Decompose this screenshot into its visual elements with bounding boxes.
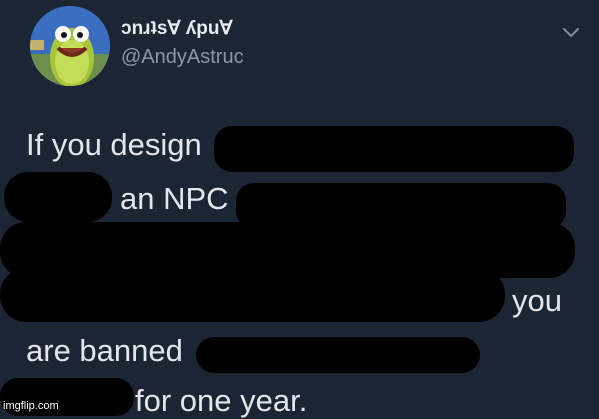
- tweet-text-line-1: If you design: [26, 127, 202, 162]
- redaction-mark: [4, 172, 112, 222]
- redaction-mark: [0, 268, 505, 322]
- redaction-mark: [214, 126, 574, 172]
- user-handle[interactable]: @AndyAstruc: [121, 46, 244, 69]
- tweet-text-line-5: for one year.: [135, 383, 308, 418]
- tweet-text-line-3: you: [512, 283, 562, 318]
- imgflip-watermark: imgflip.com: [3, 400, 59, 412]
- tweet-text-line-4: are banned: [26, 333, 183, 368]
- chevron-down-icon[interactable]: [558, 20, 584, 46]
- avatar[interactable]: [30, 6, 110, 86]
- redaction-mark: [196, 337, 480, 373]
- display-name[interactable]: ɔnɹʇs∀ ʎpu∀: [121, 17, 233, 40]
- tweet-text-line-2: an NPC: [120, 181, 229, 216]
- fish-avatar-icon: [30, 6, 110, 86]
